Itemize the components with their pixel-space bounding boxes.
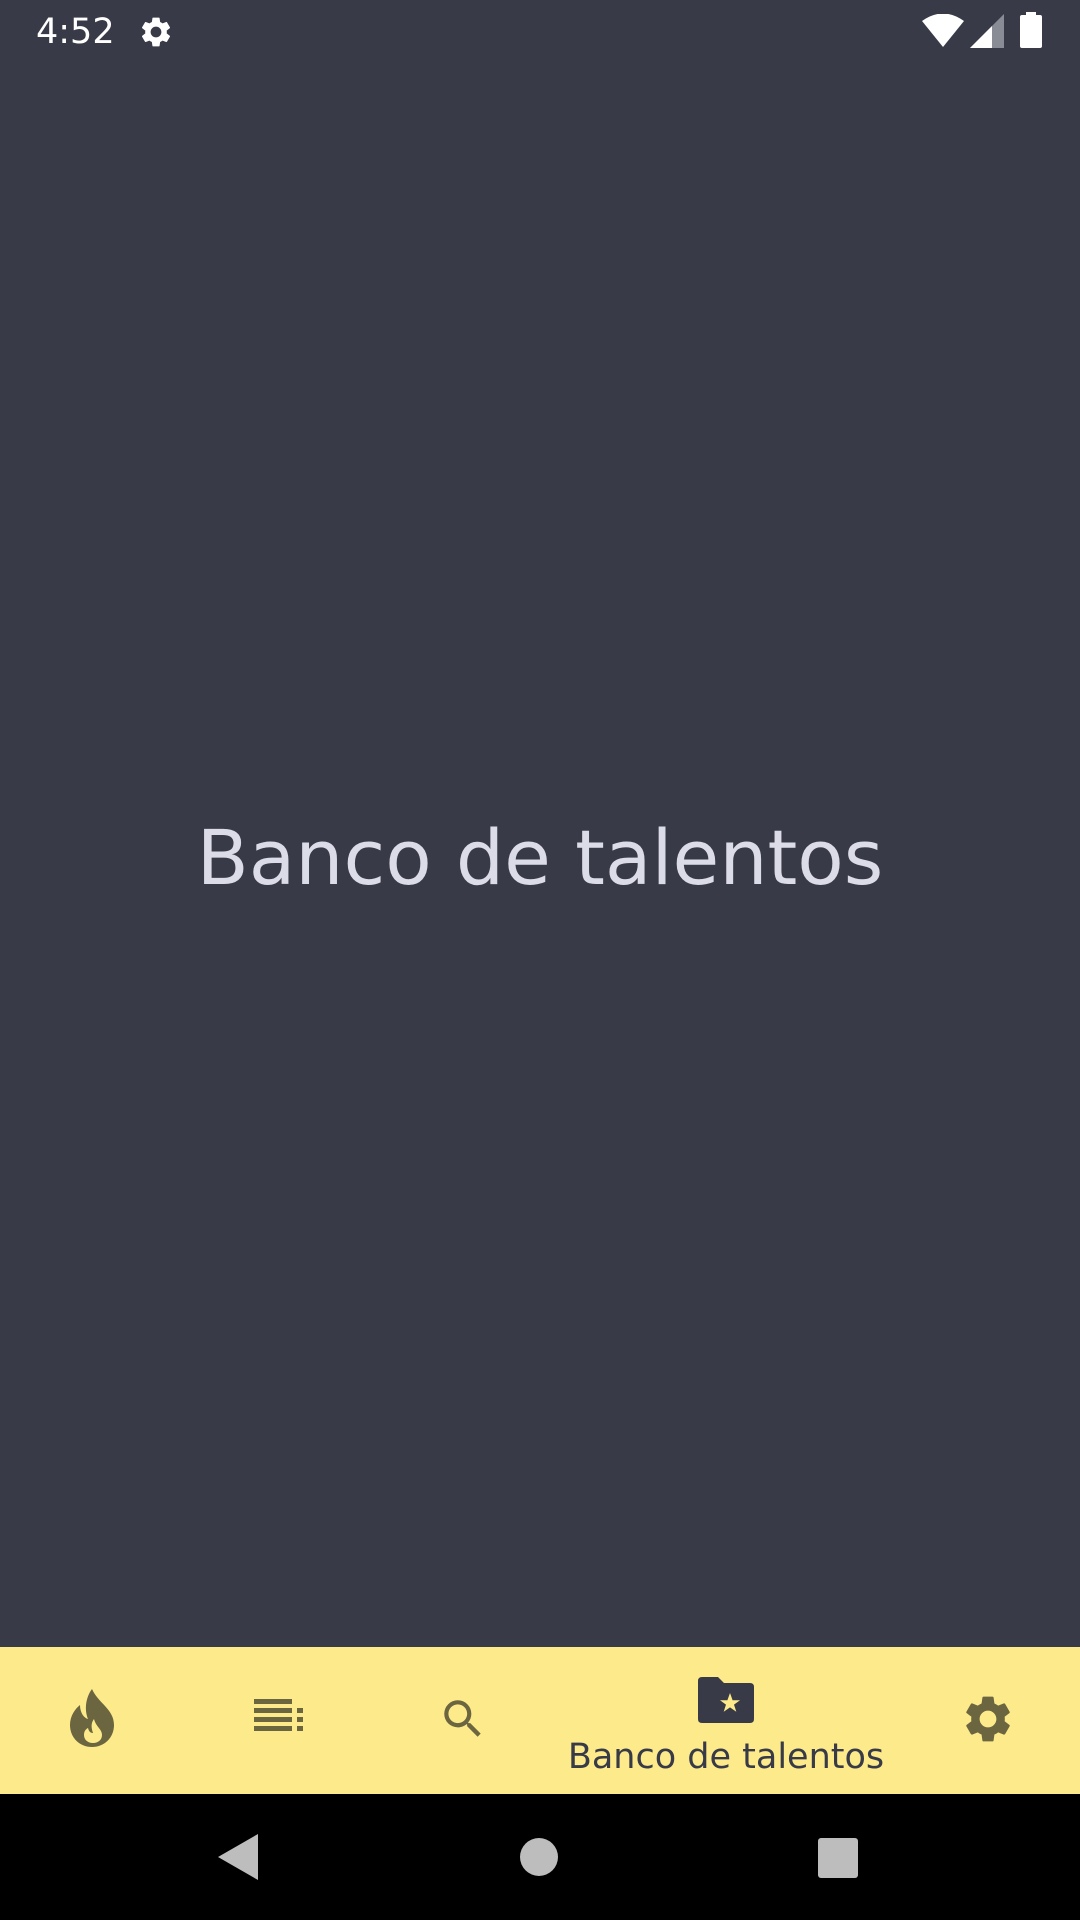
gear-icon [966,1696,1010,1742]
page-title: Banco de talentos [196,813,884,902]
home-icon[interactable] [520,1838,558,1876]
status-bar: 4:52 [0,0,1080,63]
back-icon[interactable] [218,1834,258,1880]
system-navigation-bar [0,1794,1080,1920]
nav-item-settings[interactable] [896,1647,1080,1794]
nav-item-search[interactable] [372,1647,556,1794]
recents-icon[interactable] [818,1838,858,1878]
list-icon [254,1699,303,1731]
search-icon [444,1700,481,1737]
nav-item-list[interactable] [184,1647,372,1794]
main-content: Banco de talentos [0,63,1080,1647]
cellular-signal-icon [970,14,1004,48]
flame-icon [70,1689,114,1747]
nav-item-hot[interactable] [0,1647,184,1794]
folder-star-icon [698,1677,754,1723]
battery-icon [1020,12,1042,48]
bottom-navigation: Banco de talentos [0,1647,1080,1794]
nav-item-talent-bank[interactable]: Banco de talentos [556,1647,896,1794]
wifi-icon [922,14,964,47]
nav-label-talent-bank: Banco de talentos [567,1737,885,1777]
app-screen: 4:52 Banco de talentos Banco de talentos [0,0,1080,1920]
settings-gear-icon [141,17,171,47]
status-time: 4:52 [36,12,115,52]
